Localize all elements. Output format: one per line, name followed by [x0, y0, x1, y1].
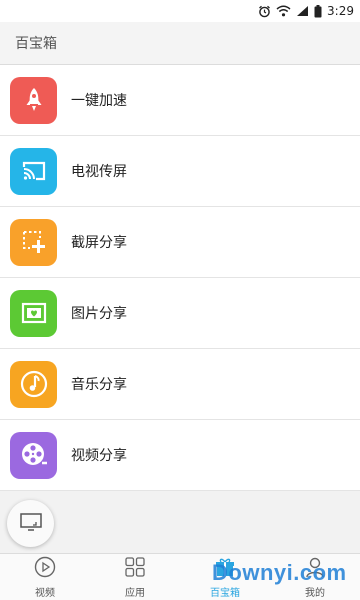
- status-time: 3:29: [327, 4, 354, 18]
- tab-label: 应用: [125, 587, 145, 599]
- toolbox-list: 一键加速 电视传屏 截屏分享 图片分享 音乐分享 视频分享: [0, 65, 360, 491]
- page-header: 百宝箱: [0, 22, 360, 65]
- list-item-label: 视频分享: [71, 448, 127, 464]
- battery-icon: [314, 4, 322, 18]
- screenshot-icon: [10, 218, 57, 266]
- list-item-video-share[interactable]: 视频分享: [0, 420, 360, 491]
- play-circle-icon: [34, 556, 56, 581]
- watermark: Downyi.com: [212, 560, 347, 585]
- list-item-label: 截屏分享: [71, 235, 127, 251]
- list-item-label: 电视传屏: [71, 164, 127, 180]
- tab-label: 视频: [35, 587, 55, 599]
- list-item-label: 一键加速: [71, 93, 127, 109]
- page-title: 百宝箱: [15, 36, 57, 52]
- tab-video[interactable]: 视频: [0, 554, 90, 600]
- list-item-speed-boost[interactable]: 一键加速: [0, 65, 360, 136]
- list-item-music-share[interactable]: 音乐分享: [0, 349, 360, 420]
- tab-apps[interactable]: 应用: [90, 554, 180, 600]
- film-reel-icon: [10, 431, 57, 479]
- picture-icon: [10, 289, 57, 337]
- status-bar: 3:29: [0, 0, 360, 22]
- alarm-icon: [258, 5, 271, 18]
- list-item-picture-share[interactable]: 图片分享: [0, 278, 360, 349]
- rocket-icon: [10, 76, 57, 124]
- wifi-icon: [276, 5, 291, 17]
- floating-screen-mirror-button[interactable]: [7, 500, 54, 547]
- list-item-label: 音乐分享: [71, 377, 127, 393]
- apps-grid-icon: [124, 556, 146, 581]
- signal-icon: [296, 5, 309, 17]
- list-item-tv-cast[interactable]: 电视传屏: [0, 136, 360, 207]
- cast-screen-icon: [10, 147, 57, 195]
- music-note-icon: [10, 360, 57, 408]
- list-item-label: 图片分享: [71, 306, 127, 322]
- list-item-screenshot-share[interactable]: 截屏分享: [0, 207, 360, 278]
- screen-mirror-icon: [19, 512, 42, 535]
